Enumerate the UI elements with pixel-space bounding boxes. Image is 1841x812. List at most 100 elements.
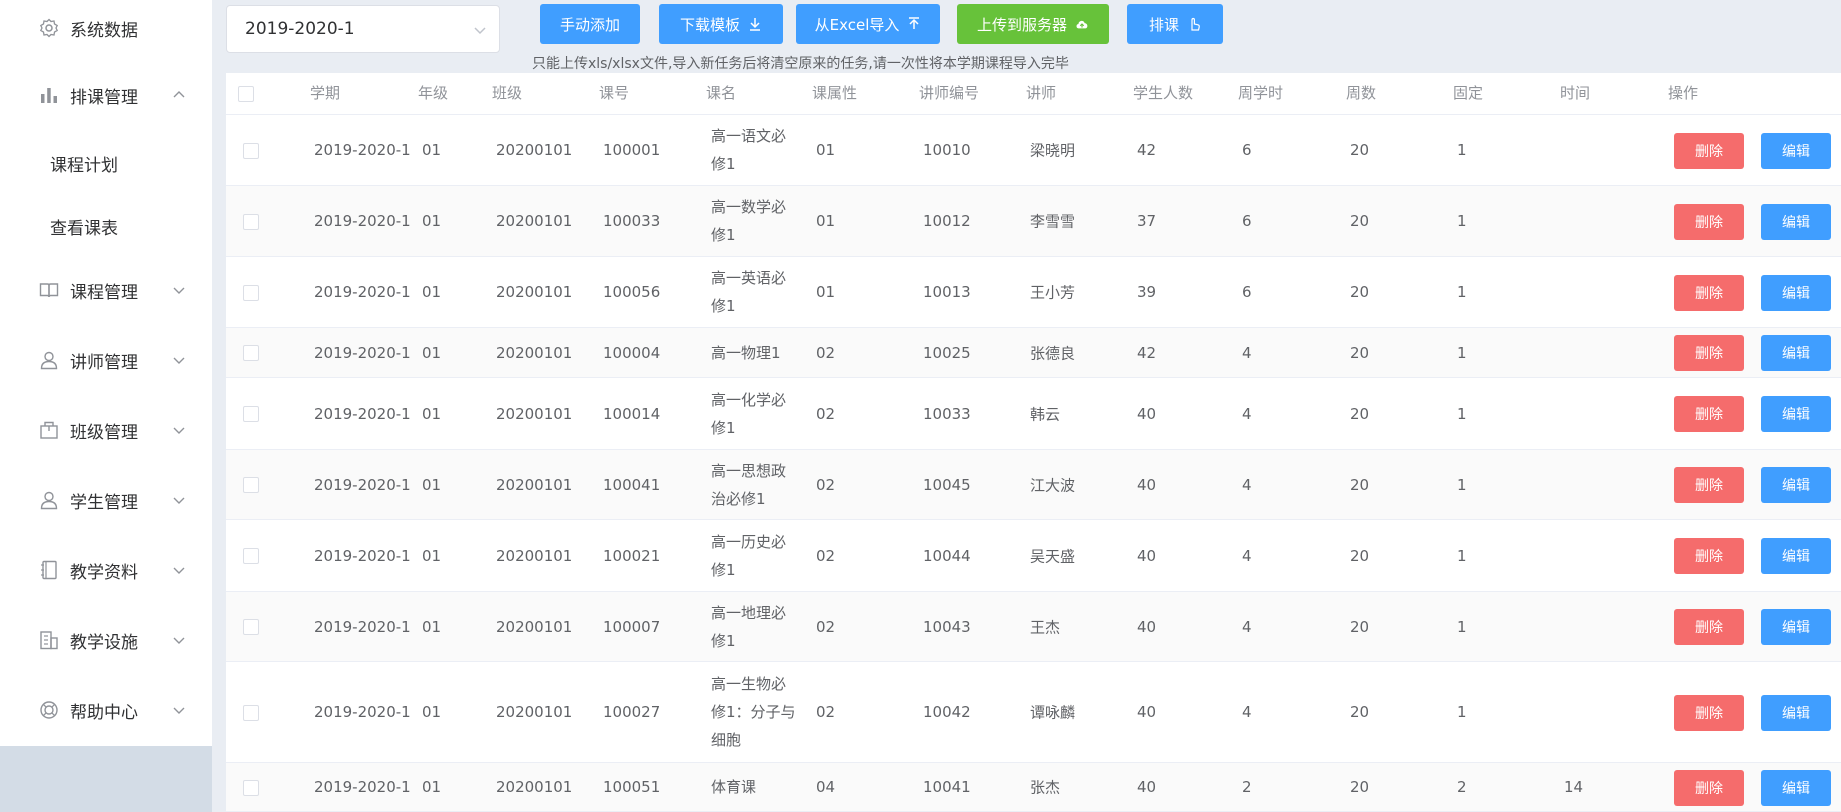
term-select[interactable]: 2019-2020-1	[226, 5, 500, 53]
cell-teacher-no: 10042	[923, 703, 971, 721]
cell-course-attr: 01	[816, 283, 836, 301]
cell-term: 2019-2020-1	[314, 212, 411, 230]
chevron-down-icon	[172, 703, 186, 717]
edit-button[interactable]: 编辑	[1761, 695, 1831, 731]
edit-button[interactable]: 编辑	[1761, 609, 1831, 645]
table-row: 2019-2020-1 01 20200101 100056 高一英语必修1 01 1001…	[226, 257, 1841, 328]
cell-weeks: 20	[1350, 212, 1370, 230]
cell-term: 2019-2020-1	[314, 404, 411, 423]
cell-grade: 01	[422, 475, 442, 494]
import-excel-button[interactable]: 从Excel导入	[796, 4, 940, 44]
edit-button[interactable]: 编辑	[1761, 538, 1831, 574]
delete-label: 删除	[1695, 549, 1723, 565]
cell-fixed: 1	[1457, 283, 1467, 301]
cell-fixed: 1	[1457, 343, 1467, 362]
download-template-button[interactable]: 下载模板	[659, 4, 783, 44]
download-template-label: 下载模板	[679, 15, 740, 34]
sidebar-item-0[interactable]: 系统数据	[0, 0, 212, 56]
cell-grade: 01	[422, 703, 442, 721]
edit-label: 编辑	[1782, 215, 1810, 231]
header-course-no: 课号	[599, 84, 630, 102]
cell-students: 42	[1137, 141, 1157, 159]
edit-button[interactable]: 编辑	[1761, 275, 1831, 311]
cell-course-attr: 01	[816, 141, 836, 159]
delete-button[interactable]: 删除	[1674, 538, 1744, 574]
cell-teacher: 王小芳	[1030, 283, 1076, 302]
delete-button[interactable]: 删除	[1674, 335, 1744, 371]
delete-button[interactable]: 删除	[1674, 396, 1744, 432]
upload-server-label: 上传到服务器	[976, 15, 1067, 34]
cell-course-no: 100007	[603, 617, 661, 636]
edit-button[interactable]: 编辑	[1761, 335, 1831, 371]
cell-weeks: 20	[1350, 475, 1370, 494]
cell-weekly-hours: 4	[1242, 703, 1252, 721]
cell-students: 40	[1137, 617, 1157, 636]
cell-grade: 01	[422, 283, 442, 301]
sidebar-item-3[interactable]: 查看课表	[0, 198, 212, 254]
row-checkbox[interactable]	[243, 705, 259, 721]
sidebar-item-1[interactable]: 排课管理	[0, 67, 212, 123]
row-checkbox[interactable]	[243, 345, 259, 361]
table-row: 2019-2020-1 01 20200101 100051 体育课 04 10041 张杰 4…	[226, 763, 1841, 812]
row-checkbox[interactable]	[243, 406, 259, 422]
book-icon	[38, 279, 60, 301]
row-checkbox[interactable]	[243, 780, 259, 796]
cell-weekly-hours: 4	[1242, 343, 1252, 362]
row-checkbox[interactable]	[243, 548, 259, 564]
select-all-checkbox[interactable]	[238, 86, 254, 102]
row-checkbox[interactable]	[243, 477, 259, 493]
cell-course-attr: 02	[816, 703, 836, 721]
delete-button[interactable]: 删除	[1674, 133, 1744, 169]
cell-weekly-hours: 4	[1242, 546, 1252, 565]
term-select-value: 2019-2020-1	[245, 19, 355, 39]
edit-button[interactable]: 编辑	[1761, 770, 1831, 806]
cell-course-attr: 02	[816, 617, 836, 636]
sidebar-item-6[interactable]: 班级管理	[0, 402, 212, 458]
row-checkbox[interactable]	[243, 285, 259, 301]
cell-fixed: 1	[1457, 617, 1467, 636]
sidebar-item-4[interactable]: 课程管理	[0, 262, 212, 318]
chevron-down-icon	[474, 27, 486, 35]
row-checkbox[interactable]	[243, 619, 259, 635]
cell-course-no: 100027	[603, 703, 661, 721]
edit-label: 编辑	[1782, 478, 1810, 494]
sidebar-item-label: 教学设施	[70, 632, 138, 653]
edit-label: 编辑	[1782, 549, 1810, 565]
manual-add-button[interactable]: 手动添加	[540, 4, 640, 44]
sidebar-item-10[interactable]: 帮助中心	[0, 682, 212, 738]
cell-course-attr: 01	[816, 212, 836, 230]
sidebar-item-7[interactable]: 学生管理	[0, 472, 212, 528]
edit-button[interactable]: 编辑	[1761, 467, 1831, 503]
schedule-button[interactable]: 排课	[1127, 4, 1223, 44]
sidebar-item-5[interactable]: 讲师管理	[0, 332, 212, 388]
chevron-down-icon	[172, 353, 186, 367]
cell-course-name: 高一化学必修1	[711, 390, 787, 437]
delete-button[interactable]: 删除	[1674, 467, 1744, 503]
sidebar-item-2[interactable]: 课程计划	[0, 135, 212, 191]
sidebar-item-8[interactable]: 教学资料	[0, 542, 212, 598]
delete-button[interactable]: 删除	[1674, 204, 1744, 240]
delete-button[interactable]: 删除	[1674, 609, 1744, 645]
chevron-down-icon	[172, 423, 186, 437]
cell-teacher: 张德良	[1030, 344, 1076, 362]
delete-button[interactable]: 删除	[1674, 275, 1744, 311]
edit-button[interactable]: 编辑	[1761, 133, 1831, 169]
cell-term: 2019-2020-1	[314, 475, 411, 494]
edit-button[interactable]: 编辑	[1761, 396, 1831, 432]
sidebar-item-9[interactable]: 教学设施	[0, 612, 212, 668]
cell-class: 20200101	[496, 141, 573, 159]
cell-teacher-no: 10045	[923, 475, 971, 494]
cell-course-no: 100041	[603, 475, 661, 494]
row-checkbox[interactable]	[243, 143, 259, 159]
upload-server-button[interactable]: 上传到服务器	[957, 4, 1109, 44]
delete-label: 删除	[1695, 706, 1723, 722]
row-checkbox[interactable]	[243, 214, 259, 230]
cell-course-no: 100014	[603, 404, 661, 423]
cell-class: 20200101	[496, 546, 573, 565]
edit-button[interactable]: 编辑	[1761, 204, 1831, 240]
user-icon	[38, 489, 60, 511]
delete-button[interactable]: 删除	[1674, 695, 1744, 731]
delete-button[interactable]: 删除	[1674, 770, 1744, 806]
sidebar-item-label: 系统数据	[70, 20, 138, 41]
cell-teacher: 李雪雪	[1030, 212, 1076, 231]
